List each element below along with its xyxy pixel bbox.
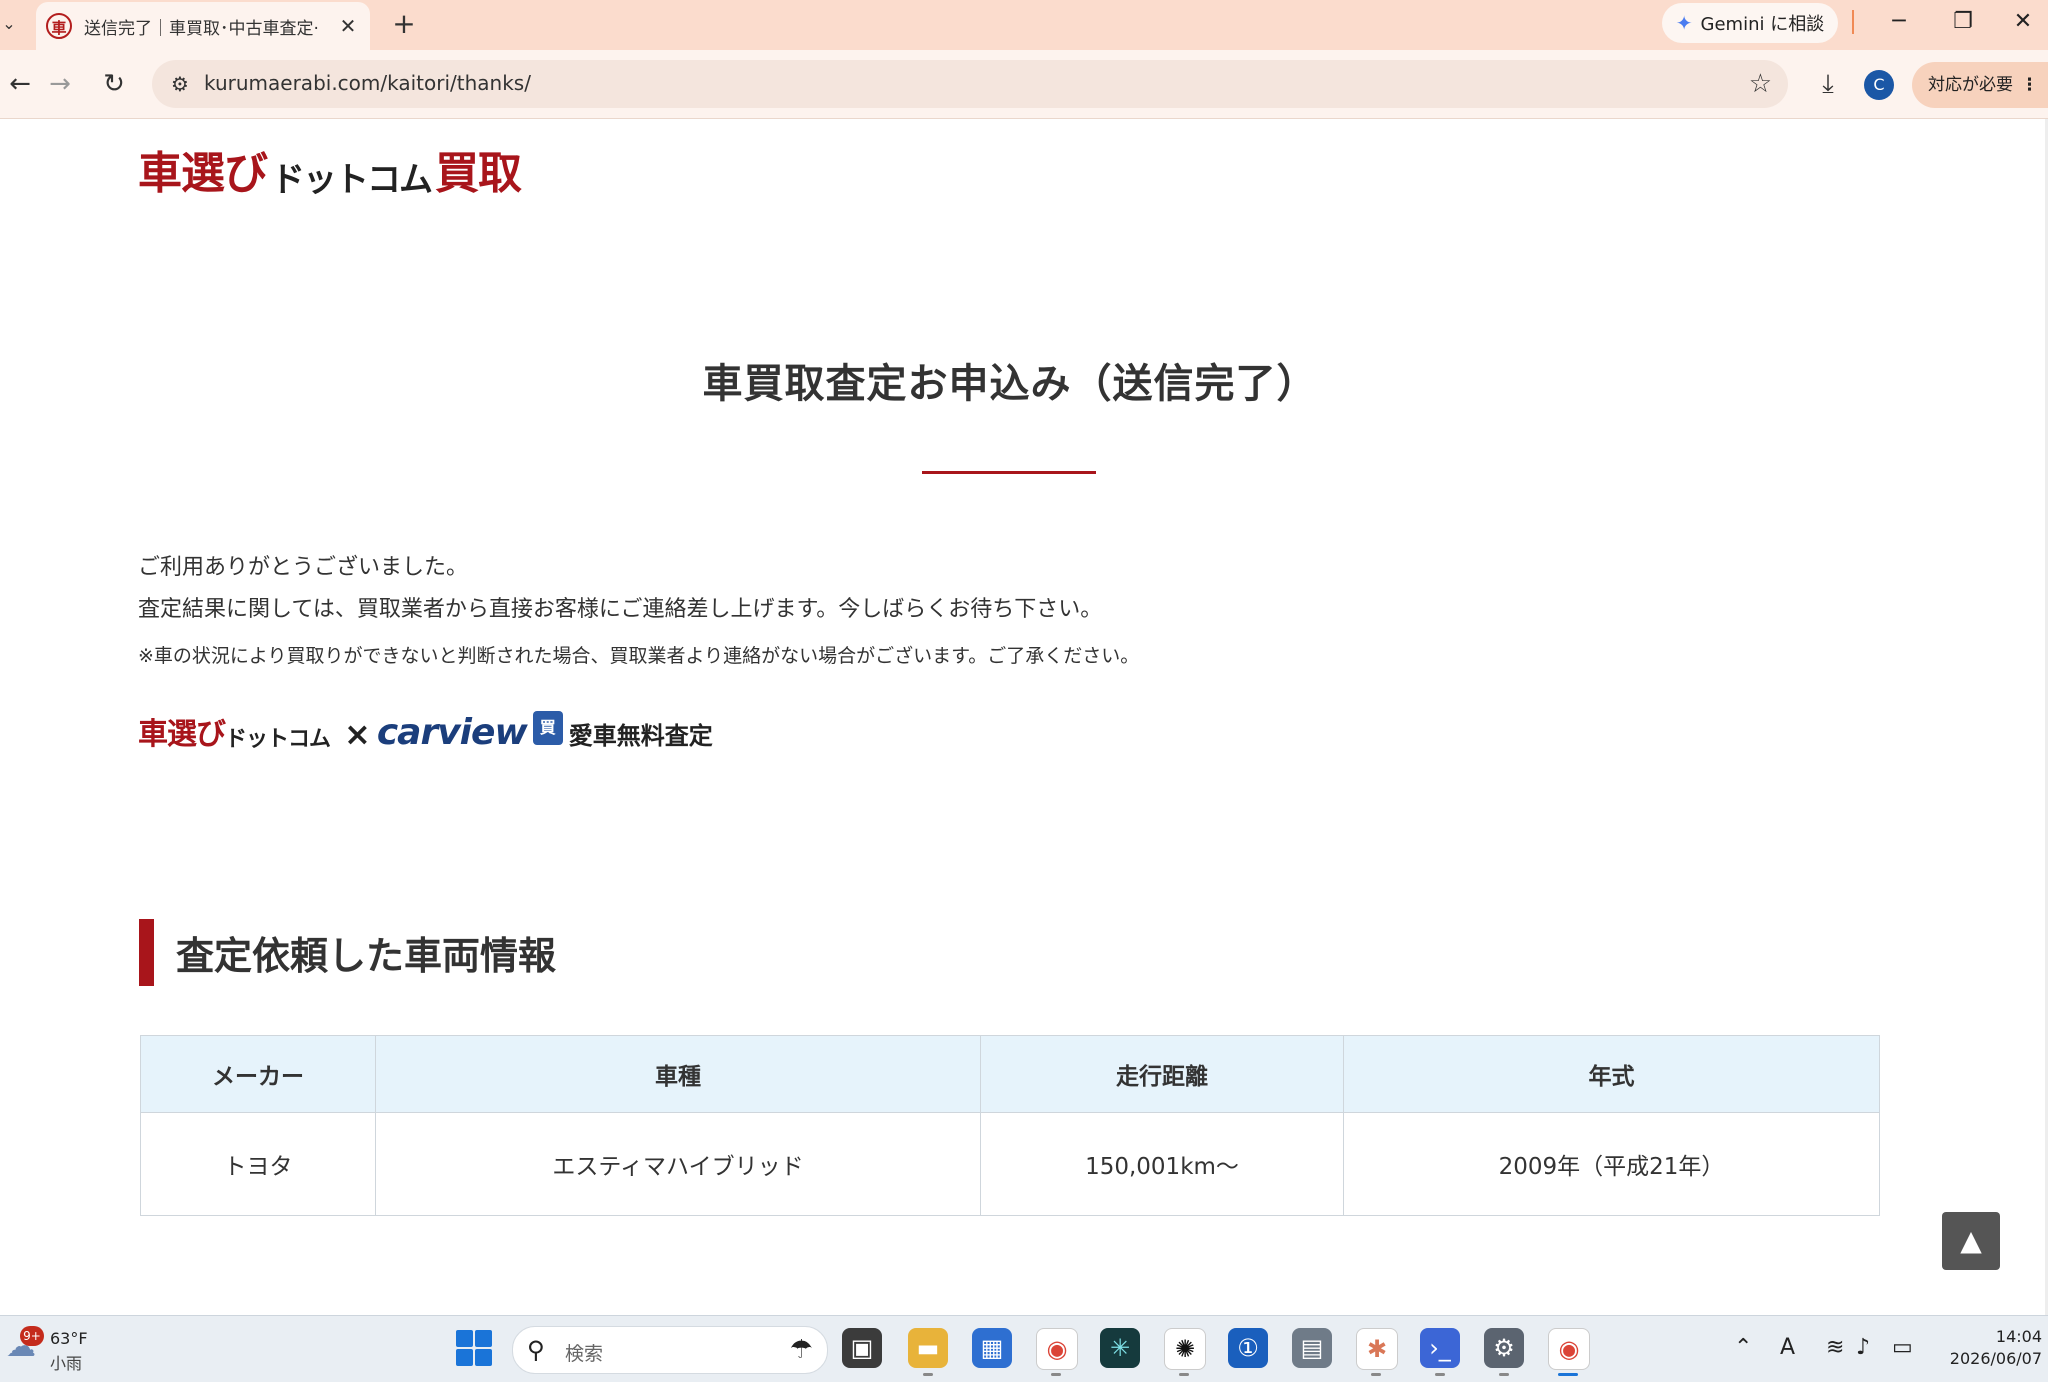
search-highlight-umbrella-icon: ☂ xyxy=(789,1335,813,1365)
profile-avatar[interactable]: C xyxy=(1864,70,1894,100)
header-maker: メーカー xyxy=(140,1035,376,1113)
wifi-icon[interactable]: ≋ xyxy=(1826,1334,1844,1362)
search-placeholder: 検索 xyxy=(565,1343,604,1365)
taskbar-search[interactable]: ⚲ 検索 ☂ xyxy=(512,1326,828,1374)
section-accent-bar xyxy=(139,919,154,986)
browser-tab-bar: ⌄ 車 送信完了｜車買取･中古車査定· ✕ + ✦ Gemini に相談 ─ ❐… xyxy=(0,0,2048,50)
partner-logo-dotcom: ドットコム xyxy=(225,727,331,752)
header-mileage: 走行距離 xyxy=(980,1035,1344,1113)
gemini-label: Gemini に相談 xyxy=(1700,14,1825,35)
weather-widget[interactable]: ☁ 9+ 63°F 小雨 xyxy=(4,1326,94,1374)
page-title: 車買取査定お申込み（送信完了） xyxy=(702,361,1318,407)
task-view-icon[interactable]: ▣ xyxy=(842,1328,882,1368)
claude-icon[interactable]: ✱ xyxy=(1356,1328,1398,1370)
chrome-profile-icon[interactable]: ◉ xyxy=(1548,1328,1590,1370)
logo-part-dotcom: ドットコム xyxy=(271,160,433,200)
weather-description: 小雨 xyxy=(50,1354,83,1373)
site-favicon-icon: 車 xyxy=(46,13,72,39)
back-button[interactable]: ← xyxy=(0,64,40,104)
restore-button[interactable]: ❐ xyxy=(1938,4,1988,40)
partner-logo-kurumaerabi: 車選び xyxy=(138,717,226,752)
terminal-icon[interactable]: ›_ xyxy=(1420,1328,1460,1368)
site-info-icon[interactable]: ⚙ xyxy=(166,70,194,98)
running-indicator xyxy=(1051,1373,1061,1376)
close-window-button[interactable]: ✕ xyxy=(1998,4,2048,40)
partner-logo: 車選び ドットコム × carview 買 愛車無料査定 xyxy=(138,705,713,753)
cell-maker: トヨタ xyxy=(140,1112,376,1216)
bookmark-star-icon[interactable]: ☆ xyxy=(1749,68,1772,100)
perplexity-icon[interactable]: ✳ xyxy=(1100,1328,1140,1368)
download-icon[interactable]: ⤓ xyxy=(1810,66,1846,102)
reload-button[interactable]: ↻ xyxy=(94,64,134,104)
start-windows-icon[interactable] xyxy=(456,1330,492,1366)
calculator-icon[interactable]: ▤ xyxy=(1292,1328,1332,1368)
section-title: 査定依頼した車両情報 xyxy=(176,934,557,978)
site-logo[interactable]: 車選び ドットコム 買取 xyxy=(138,148,522,201)
tab-search-chevron-icon[interactable]: ⌄ xyxy=(0,10,18,38)
cell-model: エスティマハイブリッド xyxy=(375,1112,981,1216)
notification-badge: 9+ xyxy=(20,1326,44,1346)
address-bar[interactable]: ⚙ kurumaerabi.com/kaitori/thanks/ ☆ xyxy=(152,60,1788,108)
settings-gear-icon[interactable]: ⚙ xyxy=(1484,1328,1524,1368)
running-indicator xyxy=(1435,1373,1445,1376)
clock-date: 2026/06/07 xyxy=(1949,1349,2042,1368)
carview-logo: carview xyxy=(376,712,528,753)
tab-close-icon[interactable]: ✕ xyxy=(336,14,360,38)
file-explorer-icon[interactable]: ▬ xyxy=(908,1328,948,1368)
gemini-button[interactable]: ✦ Gemini に相談 xyxy=(1662,3,1838,43)
tray-overflow-chevron-icon[interactable]: ⌃ xyxy=(1734,1334,1752,1362)
microsoft-store-icon[interactable]: ▦ xyxy=(972,1328,1012,1368)
active-tab[interactable]: 車 送信完了｜車買取･中古車査定· ✕ xyxy=(36,2,370,50)
weather-temperature: 63°F xyxy=(50,1329,88,1348)
forward-button[interactable]: → xyxy=(40,64,80,104)
running-indicator xyxy=(923,1373,933,1376)
thanks-message: ご利用ありがとうございました。 xyxy=(138,555,469,580)
running-indicator xyxy=(1179,1373,1189,1376)
url-text[interactable]: kurumaerabi.com/kaitori/thanks/ xyxy=(204,71,531,95)
notice-text: ※車の状況により買取りができないと判断された場合、買取業者より連絡がない場合がご… xyxy=(138,645,1140,667)
partner-subtitle: 愛車無料査定 xyxy=(568,722,713,750)
page-content: 車選び ドットコム 買取 車買取査定お申込み（送信完了） ご利用ありがとうござい… xyxy=(0,119,2048,1315)
volume-icon[interactable]: ♪ xyxy=(1856,1334,1870,1362)
new-tab-button[interactable]: + xyxy=(386,6,422,42)
running-indicator xyxy=(1499,1373,1509,1376)
table-row: トヨタ エスティマハイブリッド 150,001km〜 2009年（平成21年） xyxy=(140,1112,1880,1216)
battery-icon[interactable]: ▭ xyxy=(1892,1334,1913,1362)
action-needed-label: 対応が必要 xyxy=(1928,75,2013,95)
scroll-to-top-button[interactable]: ▲ xyxy=(1942,1212,2000,1270)
carview-badge-icon: 買 xyxy=(532,711,563,745)
ime-indicator[interactable]: A xyxy=(1780,1334,1795,1362)
result-message: 査定結果に関しては、買取業者から直接お客様にご連絡差し上げます。今しばらくお待ち… xyxy=(138,597,1103,622)
gemini-sparkle-icon: ✦ xyxy=(1675,11,1693,35)
menu-dots-icon[interactable]: ⋮ xyxy=(2021,62,2038,108)
chrome-icon[interactable]: ◉ xyxy=(1036,1328,1078,1370)
1password-icon[interactable]: ① xyxy=(1228,1328,1268,1368)
title-underline xyxy=(922,471,1096,474)
header-model: 車種 xyxy=(375,1035,981,1113)
header-year: 年式 xyxy=(1343,1035,1880,1113)
browser-toolbar: ← → ↻ ⚙ kurumaerabi.com/kaitori/thanks/ … xyxy=(0,50,2048,119)
action-needed-button[interactable]: 対応が必要 ⋮ xyxy=(1912,62,2048,108)
system-clock[interactable]: 14:04 2026/06/07 xyxy=(1946,1326,2042,1370)
logo-part-kurumaerabi: 車選び xyxy=(138,148,268,199)
windows-taskbar: ☁ 9+ 63°F 小雨 ⚲ 検索 ☂ ▣ ▬ ▦ ◉ ✳ ✺ ① ▤ ✱ ›_… xyxy=(0,1315,2048,1382)
vehicle-info-table: メーカー 車種 走行距離 年式 トヨタ エスティマハイブリッド 150,001k… xyxy=(140,1035,1880,1216)
tab-title: 送信完了｜車買取･中古車査定· xyxy=(84,18,319,39)
chatgpt-icon[interactable]: ✺ xyxy=(1164,1328,1206,1370)
search-icon: ⚲ xyxy=(527,1336,545,1364)
partner-cross: × xyxy=(344,715,371,753)
cell-year: 2009年（平成21年） xyxy=(1343,1112,1880,1216)
toolbar-divider xyxy=(1852,10,1854,34)
cell-mileage: 150,001km〜 xyxy=(980,1112,1344,1216)
minimize-button[interactable]: ─ xyxy=(1874,4,1924,40)
logo-part-kaitori: 買取 xyxy=(435,148,522,199)
active-app-indicator xyxy=(1558,1373,1578,1376)
running-indicator xyxy=(1371,1373,1381,1376)
clock-time: 14:04 xyxy=(1995,1327,2042,1346)
table-header-row: メーカー 車種 走行距離 年式 xyxy=(140,1035,1880,1113)
